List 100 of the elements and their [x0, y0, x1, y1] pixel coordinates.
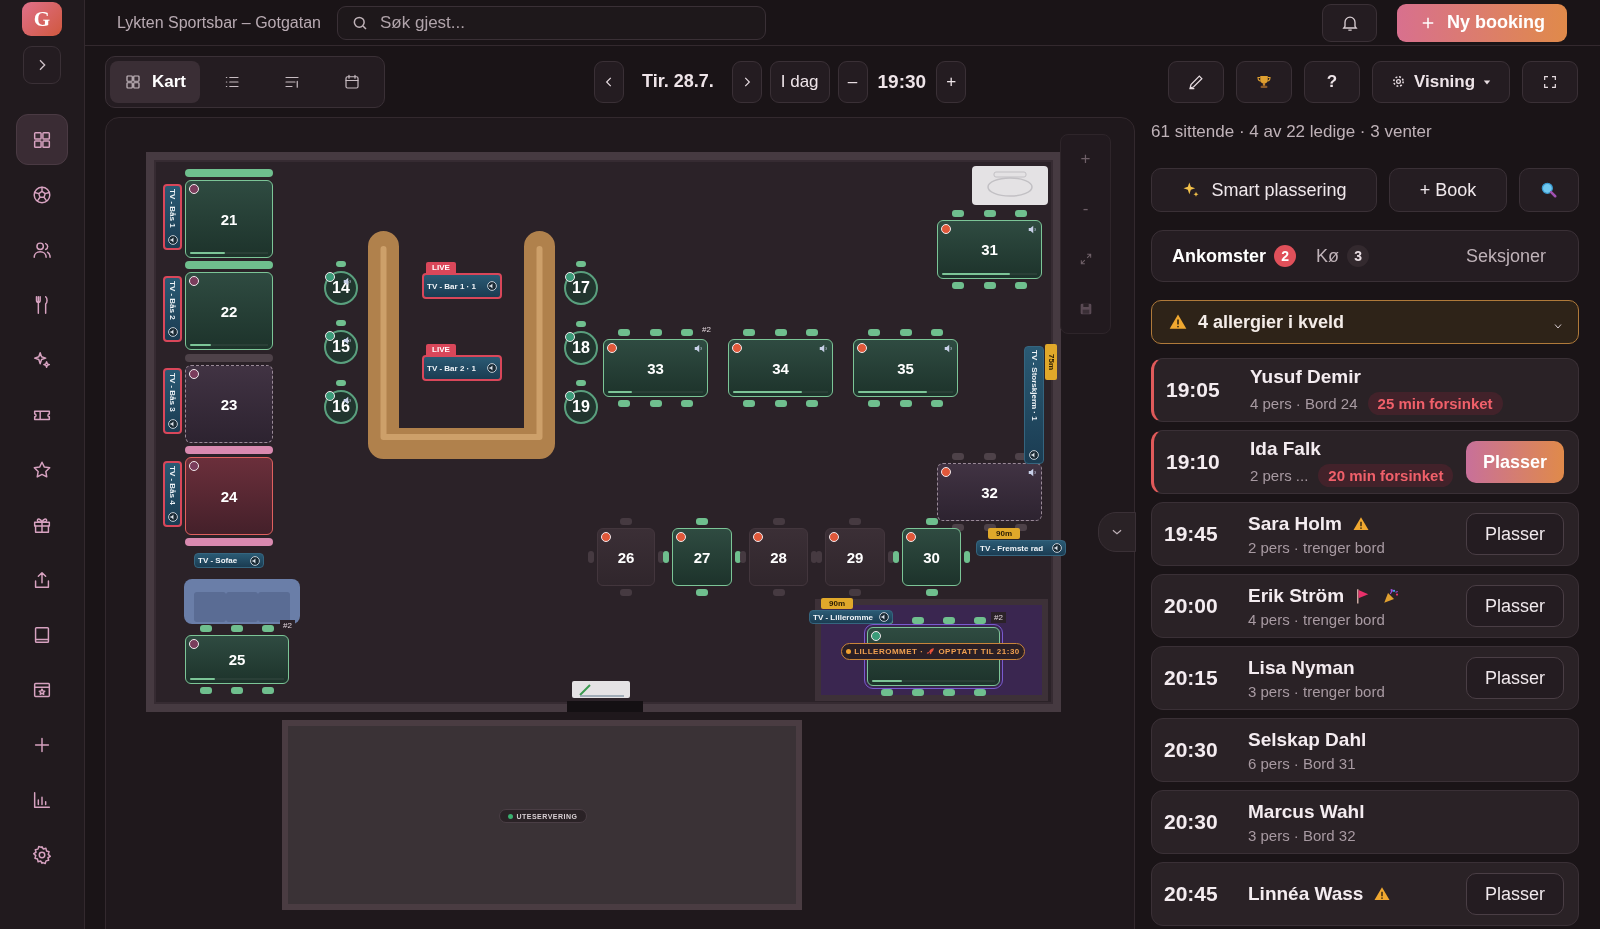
place-button[interactable]: Plasser: [1466, 585, 1564, 627]
table[interactable]: 32: [937, 463, 1042, 521]
speaker-icon: [167, 512, 178, 522]
arrival-time: 20:30: [1164, 810, 1219, 834]
arrival-card[interactable]: 19:45 Sara Holm 2 pers · trenger bord Plasser: [1151, 502, 1579, 566]
later-time-button[interactable]: +: [936, 60, 967, 103]
count-badge: 3: [1347, 245, 1370, 267]
arrival-card[interactable]: 19:05 Yusuf Demir 4 pers · Bord 24 25 min forsinket: [1151, 358, 1579, 422]
smart-placement-button[interactable]: Smart plassering: [1151, 168, 1377, 212]
tv-screen[interactable]: TV - Bås 1: [163, 184, 182, 250]
chair: [1015, 210, 1027, 217]
tv-screen[interactable]: TV - Bås 4: [163, 461, 182, 527]
earlier-time-button[interactable]: –: [837, 60, 868, 103]
speaker-icon: [879, 612, 889, 622]
chair: [774, 400, 787, 407]
booking-details: 4 pers · Bord 24: [1250, 394, 1358, 412]
table[interactable]: 35: [853, 339, 958, 397]
tv-screen[interactable]: TV - Storskjerm · 1: [1024, 346, 1044, 464]
chair: [199, 687, 212, 694]
table-number: 22: [220, 302, 238, 320]
view-tab[interactable]: Kart: [110, 60, 200, 103]
sidebar-item[interactable]: [16, 114, 68, 165]
arrival-card[interactable]: 20:15 Lisa Nyman 3 pers · trenger bord Plasser: [1151, 646, 1579, 710]
table-number: 21: [220, 210, 238, 228]
table[interactable]: 31: [937, 220, 1042, 279]
panel-tab[interactable]: Seksjoner: [1451, 235, 1572, 277]
tv-label: TV - Bås 3: [168, 373, 177, 412]
tv-screen[interactable]: TV - Sofae: [194, 553, 264, 568]
chair: [899, 400, 912, 407]
booking-details: 4 pers · trenger bord: [1248, 610, 1385, 628]
guest-name: Lisa Nyman: [1248, 656, 1355, 679]
notifications-button[interactable]: [1322, 3, 1377, 42]
place-button[interactable]: Plasser: [1466, 513, 1564, 555]
guest-name: Linnéa Wass: [1248, 883, 1364, 905]
table[interactable]: 29: [825, 528, 885, 586]
chair: [868, 400, 880, 407]
today-button[interactable]: I dag: [769, 60, 830, 103]
arrival-card[interactable]: 19:10 Ida Falk 2 pers ... 20 min forsinket Plasser: [1151, 430, 1579, 494]
panel-tab[interactable]: Ankomster 2: [1158, 235, 1303, 277]
table[interactable]: 27: [672, 528, 732, 586]
speaker-icon: [1052, 543, 1062, 553]
table-number: 29: [846, 548, 864, 566]
tv-screen[interactable]: TV - Fremste rad: [976, 540, 1066, 556]
arrival-card[interactable]: 20:30 Selskap Dahl 6 pers · Bord 31: [1151, 718, 1579, 782]
caret-icon: [1483, 77, 1492, 86]
chair: [588, 551, 594, 563]
arrival-card[interactable]: 20:30 Marcus Wahl 3 pers · Bord 32: [1151, 790, 1579, 854]
tv-screen[interactable]: TV - Bar 1 · 1: [422, 273, 502, 299]
table[interactable]: 23: [185, 365, 273, 443]
chair: [336, 261, 346, 267]
place-button[interactable]: Plasser: [1466, 657, 1564, 699]
place-button[interactable]: Plasser: [1466, 873, 1564, 915]
table[interactable]: 25: [185, 635, 289, 684]
trophy-button[interactable]: [1236, 60, 1292, 103]
panel-tab[interactable]: Kø 3: [1302, 235, 1376, 277]
seating-stats: 61 sittende · 4 av 22 ledige · 3 venter: [1151, 122, 1433, 142]
table-number: 34: [772, 359, 789, 377]
view-menu-button[interactable]: Visning: [1372, 60, 1510, 103]
gear-icon: [1390, 74, 1406, 89]
speaker-icon: [167, 419, 178, 429]
grid-icon: [124, 72, 142, 91]
table[interactable]: 33: [603, 339, 708, 397]
tv-screen[interactable]: TV - Bås 3: [163, 368, 182, 434]
chair: [649, 400, 662, 407]
table[interactable]: 34: [728, 339, 833, 397]
table[interactable]: 28: [749, 528, 808, 586]
table[interactable]: 21: [185, 180, 273, 258]
tv-screen[interactable]: TV - Bås 2: [163, 276, 182, 342]
chair: [743, 329, 755, 336]
guest-name: Selskap Dahl: [1248, 728, 1367, 751]
booking-details: 2 pers · trenger bord: [1248, 538, 1385, 556]
tv-screen[interactable]: TV - Lilleromme: [809, 610, 893, 624]
tv-label: TV - Lilleromme: [813, 612, 873, 622]
table-tag: #2: [280, 620, 295, 631]
guest-name: Ida Falk: [1250, 437, 1321, 460]
guest-name: Marcus Wahl: [1248, 800, 1365, 823]
table-number: 32: [981, 483, 998, 501]
edit-button[interactable]: [1168, 60, 1224, 103]
tv-screen[interactable]: TV - Bar 2 · 1: [422, 355, 502, 381]
table[interactable]: 30: [902, 528, 961, 586]
chair: [576, 261, 586, 267]
book-button[interactable]: + Book: [1389, 168, 1507, 212]
chair: [681, 400, 693, 407]
search-button[interactable]: [1519, 168, 1579, 212]
table[interactable]: 22: [185, 272, 273, 350]
tv-label: TV - Bås 2: [168, 281, 177, 320]
chair: [849, 589, 861, 596]
chair: [899, 329, 912, 336]
chair: [868, 329, 880, 336]
table-number: 25: [228, 651, 246, 668]
help-button[interactable]: ?: [1304, 60, 1360, 103]
table[interactable]: 24: [185, 457, 273, 535]
chair: [911, 689, 924, 696]
arrival-card[interactable]: 20:45 Linnéa Wass Plasser: [1151, 862, 1579, 926]
allergy-alert[interactable]: 4 allergier i kveld: [1151, 300, 1579, 344]
search-input[interactable]: Søk gjest...: [337, 5, 766, 40]
timer-tag: 90m: [821, 598, 853, 609]
table[interactable]: 26: [597, 528, 655, 586]
arrival-card[interactable]: 20:00 Erik Ström 4 pers · trenger bord Plasser: [1151, 574, 1579, 638]
table-number: 24: [220, 487, 238, 505]
